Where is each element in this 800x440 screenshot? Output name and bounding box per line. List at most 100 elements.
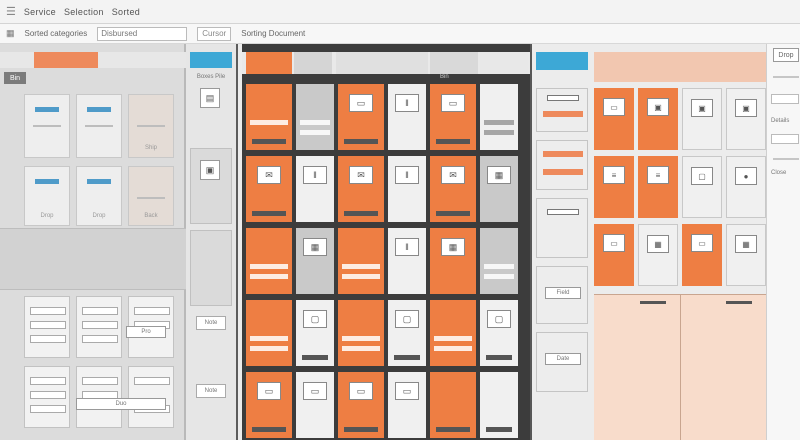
- menu-item-service[interactable]: Service: [24, 7, 56, 17]
- slot-cell[interactable]: ▣: [726, 88, 766, 150]
- drawer-handle[interactable]: [640, 301, 666, 304]
- slot-cell[interactable]: ▭: [682, 224, 722, 286]
- column-header[interactable]: [336, 52, 428, 74]
- sort-card[interactable]: Ship: [128, 94, 174, 158]
- column-header[interactable]: [294, 52, 332, 74]
- tray[interactable]: [128, 366, 174, 428]
- drawer-unit[interactable]: Field: [536, 266, 588, 324]
- tray-slot[interactable]: [82, 307, 118, 315]
- bin-cell[interactable]: ✉: [246, 156, 292, 222]
- tray[interactable]: [24, 296, 70, 358]
- slot-cell[interactable]: ▭: [594, 88, 634, 150]
- bin-cell[interactable]: [246, 300, 292, 366]
- tray-slot[interactable]: [134, 307, 170, 315]
- left-header-accent[interactable]: [34, 52, 98, 68]
- tray-slot[interactable]: [30, 321, 66, 329]
- bin-cell[interactable]: [480, 228, 518, 294]
- slot-cell[interactable]: ▦: [726, 224, 766, 286]
- tray-slot[interactable]: [30, 377, 66, 385]
- drawer-unit[interactable]: Date: [536, 332, 588, 392]
- search-input[interactable]: Disbursed: [97, 26, 188, 41]
- tray-slot[interactable]: [82, 335, 118, 343]
- sort-card[interactable]: Back: [128, 166, 174, 226]
- close-text[interactable]: Close: [771, 170, 786, 176]
- sort-card[interactable]: Drop: [24, 166, 70, 226]
- document-icon[interactable]: ▤: [200, 88, 220, 108]
- drop-button[interactable]: Drop: [773, 48, 799, 62]
- tray-pill-button[interactable]: Duo: [76, 398, 166, 410]
- sort-card[interactable]: [76, 94, 122, 158]
- menu-item-sorted[interactable]: Sorted: [112, 7, 140, 17]
- drawer-panel[interactable]: [594, 294, 766, 440]
- drawer-unit[interactable]: [536, 198, 588, 258]
- slot-cell[interactable]: ▢: [682, 156, 722, 218]
- bin-cell[interactable]: [430, 372, 476, 438]
- app-menu-icon[interactable]: ☰: [6, 5, 16, 18]
- bin-cell[interactable]: [338, 228, 384, 294]
- slot-cell[interactable]: ≡: [638, 156, 678, 218]
- slot-cell[interactable]: ▦: [638, 224, 678, 286]
- breadcrumb[interactable]: Sorted categories: [25, 29, 88, 38]
- bin-cell[interactable]: ‖: [388, 228, 426, 294]
- right-grid-header-tab[interactable]: [536, 52, 588, 70]
- package-icon[interactable]: ▣: [200, 160, 220, 180]
- tray-slot[interactable]: [82, 377, 118, 385]
- tray-slot[interactable]: [134, 377, 170, 385]
- cursor-button[interactable]: Cursor: [197, 26, 232, 41]
- slot-cell[interactable]: ▣: [638, 88, 678, 150]
- bin-cell[interactable]: ▦: [430, 228, 476, 294]
- drawer-slot[interactable]: [547, 209, 579, 215]
- date-pill[interactable]: Date: [545, 353, 581, 365]
- grid-icon[interactable]: ▦: [6, 28, 15, 39]
- bin-cell[interactable]: ✉: [338, 156, 384, 222]
- narrow-panel-header[interactable]: [190, 52, 232, 68]
- bin-cell[interactable]: [480, 372, 518, 438]
- bin-cell[interactable]: ✉: [430, 156, 476, 222]
- note-button[interactable]: Note: [196, 316, 226, 330]
- bin-cell[interactable]: ▭: [430, 84, 476, 150]
- bin-cell[interactable]: ▭: [296, 372, 334, 438]
- bin-cell[interactable]: [246, 84, 292, 150]
- sort-card[interactable]: [24, 94, 70, 158]
- bin-cell[interactable]: ▭: [388, 372, 426, 438]
- slot-cell[interactable]: ▣: [682, 88, 722, 150]
- tray-pill-button[interactable]: Pro: [126, 326, 166, 338]
- bin-cell[interactable]: ‖: [388, 156, 426, 222]
- column-header[interactable]: [430, 52, 478, 74]
- note-button[interactable]: Note: [196, 384, 226, 398]
- bin-cell[interactable]: ▦: [480, 156, 518, 222]
- column-header[interactable]: [246, 52, 292, 74]
- tray[interactable]: [76, 366, 122, 428]
- bin-cell[interactable]: [338, 300, 384, 366]
- bin-cell[interactable]: [246, 228, 292, 294]
- bin-cell[interactable]: [296, 84, 334, 150]
- sort-card[interactable]: Drop: [76, 166, 122, 226]
- bin-cell[interactable]: [430, 300, 476, 366]
- detail-field[interactable]: [771, 94, 799, 104]
- tray[interactable]: [24, 366, 70, 428]
- bin-cell[interactable]: ▢: [296, 300, 334, 366]
- bin-cell[interactable]: [480, 84, 518, 150]
- drawer-slot[interactable]: [547, 95, 579, 101]
- tray-slot[interactable]: [30, 335, 66, 343]
- bin-cell[interactable]: ▦: [296, 228, 334, 294]
- field-pill[interactable]: Field: [545, 287, 581, 299]
- bin-cell[interactable]: ▭: [338, 84, 384, 150]
- bin-cell[interactable]: ▭: [246, 372, 292, 438]
- slot-cell[interactable]: ●: [726, 156, 766, 218]
- drawer-unit[interactable]: [536, 88, 588, 132]
- tray[interactable]: [76, 296, 122, 358]
- tray-slot[interactable]: [30, 391, 66, 399]
- detail-field[interactable]: [771, 134, 799, 144]
- tray-slot[interactable]: [30, 307, 66, 315]
- bin-cell[interactable]: ‖: [388, 84, 426, 150]
- drawer-handle[interactable]: [726, 301, 752, 304]
- slot-cell[interactable]: ≡: [594, 156, 634, 218]
- slot-cell[interactable]: ▭: [594, 224, 634, 286]
- bin-cell[interactable]: ▢: [388, 300, 426, 366]
- bin-cell[interactable]: ▭: [338, 372, 384, 438]
- menu-item-selection[interactable]: Selection: [64, 7, 104, 17]
- bin-cell[interactable]: ‖: [296, 156, 334, 222]
- drawer-unit[interactable]: [536, 140, 588, 190]
- bin-cell[interactable]: ▢: [480, 300, 518, 366]
